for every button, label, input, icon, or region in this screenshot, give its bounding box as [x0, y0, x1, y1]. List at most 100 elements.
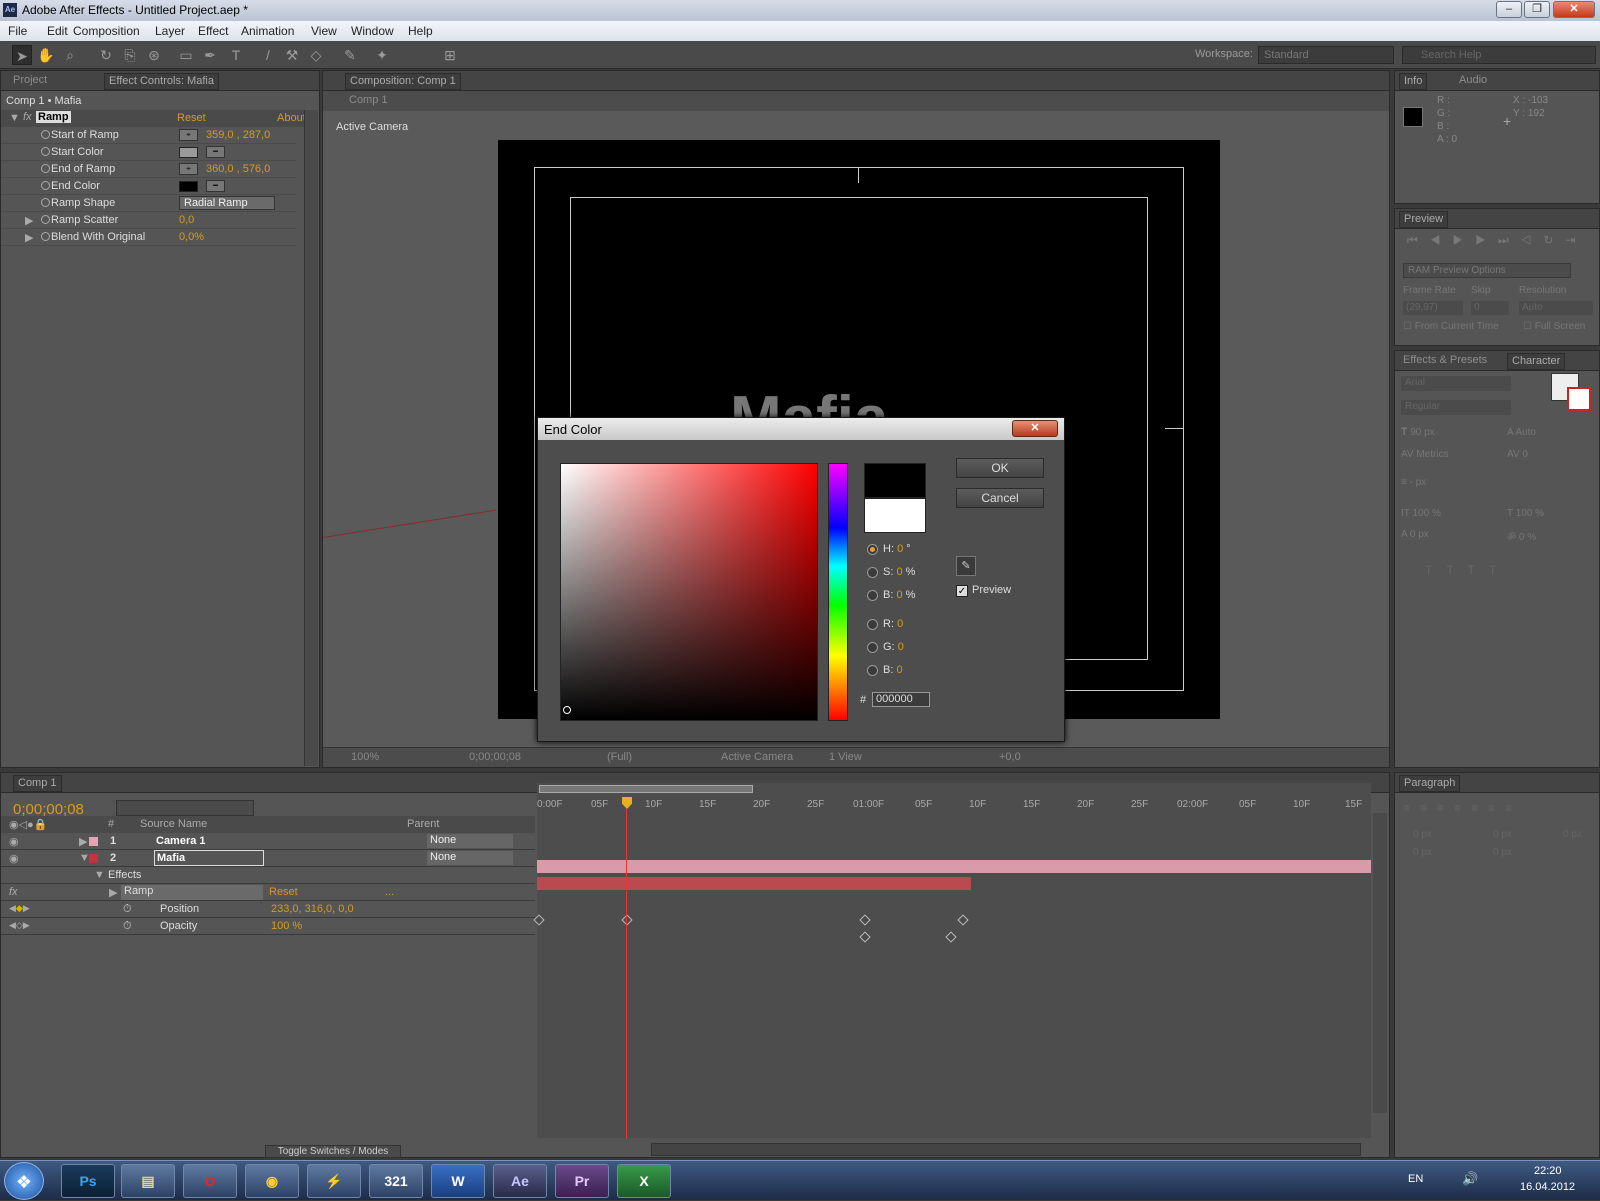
- crosshair-icon[interactable]: ⌖: [179, 163, 198, 175]
- crosshair-icon[interactable]: ⌖: [179, 129, 198, 141]
- text-style-buttons[interactable]: TTTT: [1425, 563, 1510, 577]
- taskbar-opera[interactable]: O: [183, 1164, 237, 1198]
- timeline-vscroll[interactable]: [1373, 813, 1387, 1113]
- h-value[interactable]: 0: [897, 543, 903, 555]
- work-area-bar[interactable]: [539, 785, 753, 793]
- language-indicator[interactable]: EN: [1408, 1173, 1423, 1185]
- stopwatch-icon[interactable]: [41, 164, 50, 173]
- search-help-input[interactable]: Search Help: [1402, 46, 1596, 64]
- layer-row-camera[interactable]: ◉ ▶ 1 Camera 1 None: [1, 833, 535, 850]
- cancel-button[interactable]: Cancel: [956, 488, 1044, 508]
- layer-name[interactable]: Mafia: [154, 850, 264, 866]
- taskbar-winamp[interactable]: ⚡: [307, 1164, 361, 1198]
- stopwatch-icon[interactable]: [41, 215, 50, 224]
- ramp-effect-label[interactable]: Ramp: [121, 885, 263, 900]
- eye-icon[interactable]: ◉: [9, 852, 19, 865]
- ramp-reset-link[interactable]: Reset: [269, 886, 298, 898]
- frame-rate-select[interactable]: (29,97): [1403, 301, 1463, 315]
- zoom-select[interactable]: 100%: [351, 751, 379, 763]
- old-color-swatch[interactable]: [864, 498, 926, 533]
- stopwatch-icon[interactable]: [41, 130, 50, 139]
- stopwatch-icon[interactable]: [41, 181, 50, 190]
- taskbar-word[interactable]: W: [431, 1164, 485, 1198]
- clone-tool-icon[interactable]: ⚒: [282, 45, 302, 65]
- twirl-closed-icon[interactable]: ▶: [79, 835, 87, 848]
- transport-controls[interactable]: ⏮◀▶▶⏭◁↻⇥: [1407, 233, 1588, 248]
- taskbar-premiere[interactable]: Pr: [555, 1164, 609, 1198]
- taskbar-photoshop[interactable]: Ps: [61, 1164, 115, 1198]
- g-value[interactable]: 0: [898, 641, 904, 653]
- start-of-ramp-value[interactable]: 359,0 , 287,0: [206, 129, 270, 141]
- resolution-select[interactable]: Auto: [1519, 301, 1593, 315]
- layer-search-input[interactable]: [116, 800, 254, 816]
- twirl-closed-icon[interactable]: ▶: [25, 214, 33, 227]
- hue-radio[interactable]: [867, 544, 878, 555]
- horizontal-scale-field[interactable]: T 100 %: [1507, 508, 1544, 519]
- current-time[interactable]: 0;00;00;08: [469, 751, 521, 763]
- label-color-chip[interactable]: [89, 837, 98, 846]
- taskbar-chrome[interactable]: ◉: [245, 1164, 299, 1198]
- baseline-shift-field[interactable]: A 0 px: [1401, 529, 1429, 540]
- stopwatch-icon[interactable]: [41, 232, 50, 241]
- start-color-swatch[interactable]: [179, 147, 198, 158]
- effect-controls-scrollbar[interactable]: [304, 110, 318, 766]
- s-value[interactable]: 0: [896, 566, 902, 578]
- keyframe-nav-icon[interactable]: ◀◇▶: [9, 920, 30, 931]
- reset-link[interactable]: Reset: [177, 112, 206, 124]
- saturation-brightness-field[interactable]: [560, 463, 818, 721]
- keyframe-marker[interactable]: [945, 931, 957, 943]
- keyframe-marker[interactable]: [621, 914, 633, 926]
- ramp-shape-select[interactable]: Radial Ramp: [179, 196, 275, 210]
- hue-slider[interactable]: [828, 463, 848, 721]
- source-name-header[interactable]: Source Name: [140, 818, 207, 830]
- taskbar-after-effects[interactable]: Ae: [493, 1164, 547, 1198]
- blue-radio[interactable]: [867, 665, 878, 676]
- tab-comp-timeline[interactable]: Comp 1: [13, 775, 62, 792]
- eye-icon[interactable]: ◉: [9, 835, 19, 848]
- r-value[interactable]: 0: [897, 618, 903, 630]
- stroke-color-swatch[interactable]: [1567, 387, 1591, 411]
- menu-file[interactable]: File: [8, 24, 27, 38]
- twirl-closed-icon[interactable]: ▶: [25, 231, 33, 244]
- stroke-width-field[interactable]: ≡ - px: [1401, 477, 1426, 488]
- rectangle-tool-icon[interactable]: ▭: [176, 45, 196, 65]
- camera-layer-bar[interactable]: [537, 860, 1371, 873]
- mafia-layer-bar[interactable]: [537, 877, 971, 890]
- workspace-select[interactable]: Standard: [1258, 46, 1394, 64]
- indent-first-field[interactable]: 0 px: [1493, 829, 1512, 840]
- toggle-switches-modes-button[interactable]: Toggle Switches / Modes: [265, 1145, 401, 1158]
- tab-effects-presets[interactable]: Effects & Presets: [1399, 354, 1491, 366]
- menu-composition[interactable]: Composition: [73, 24, 140, 38]
- alignment-buttons[interactable]: ≡≡≡≡≡≡≡: [1403, 801, 1522, 815]
- menu-effect[interactable]: Effect: [198, 24, 228, 38]
- leading-field[interactable]: A Auto: [1507, 427, 1536, 438]
- taskbar-excel[interactable]: X: [617, 1164, 671, 1198]
- pan-behind-tool-icon[interactable]: ⊛: [144, 45, 164, 65]
- puppet-tool-icon[interactable]: ✦: [372, 45, 392, 65]
- skip-select[interactable]: 0: [1471, 301, 1509, 315]
- end-of-ramp-value[interactable]: 360,0 , 576,0: [206, 163, 270, 175]
- menu-animation[interactable]: Animation: [241, 24, 294, 38]
- keyframe-marker[interactable]: [533, 914, 545, 926]
- menu-edit[interactable]: Edit: [47, 24, 68, 38]
- ram-preview-options[interactable]: RAM Preview Options: [1403, 263, 1571, 278]
- color-picker-cursor[interactable]: [563, 706, 571, 714]
- close-button[interactable]: ✕: [1553, 1, 1595, 18]
- volume-icon[interactable]: 🔊: [1462, 1171, 1478, 1187]
- camera-tool-icon[interactable]: ⎘: [120, 45, 140, 65]
- tab-character[interactable]: Character: [1507, 353, 1566, 370]
- comp-subtab[interactable]: Comp 1: [349, 94, 388, 106]
- saturation-radio[interactable]: [867, 567, 878, 578]
- dialog-close-button[interactable]: ✕: [1012, 420, 1058, 437]
- menu-view[interactable]: View: [311, 24, 337, 38]
- tab-effect-controls[interactable]: Effect Controls: Mafia: [104, 73, 219, 90]
- menu-window[interactable]: Window: [351, 24, 394, 38]
- layer-name[interactable]: Camera 1: [156, 835, 206, 847]
- indent-right-field[interactable]: 0 px: [1563, 829, 1582, 840]
- tab-project[interactable]: Project: [9, 74, 51, 86]
- type-tool-icon[interactable]: T: [226, 45, 246, 65]
- start-button[interactable]: ❖: [4, 1162, 44, 1200]
- red-radio[interactable]: [867, 619, 878, 630]
- preview-checkbox[interactable]: ✓: [956, 585, 968, 597]
- maximize-button[interactable]: ❐: [1524, 1, 1550, 18]
